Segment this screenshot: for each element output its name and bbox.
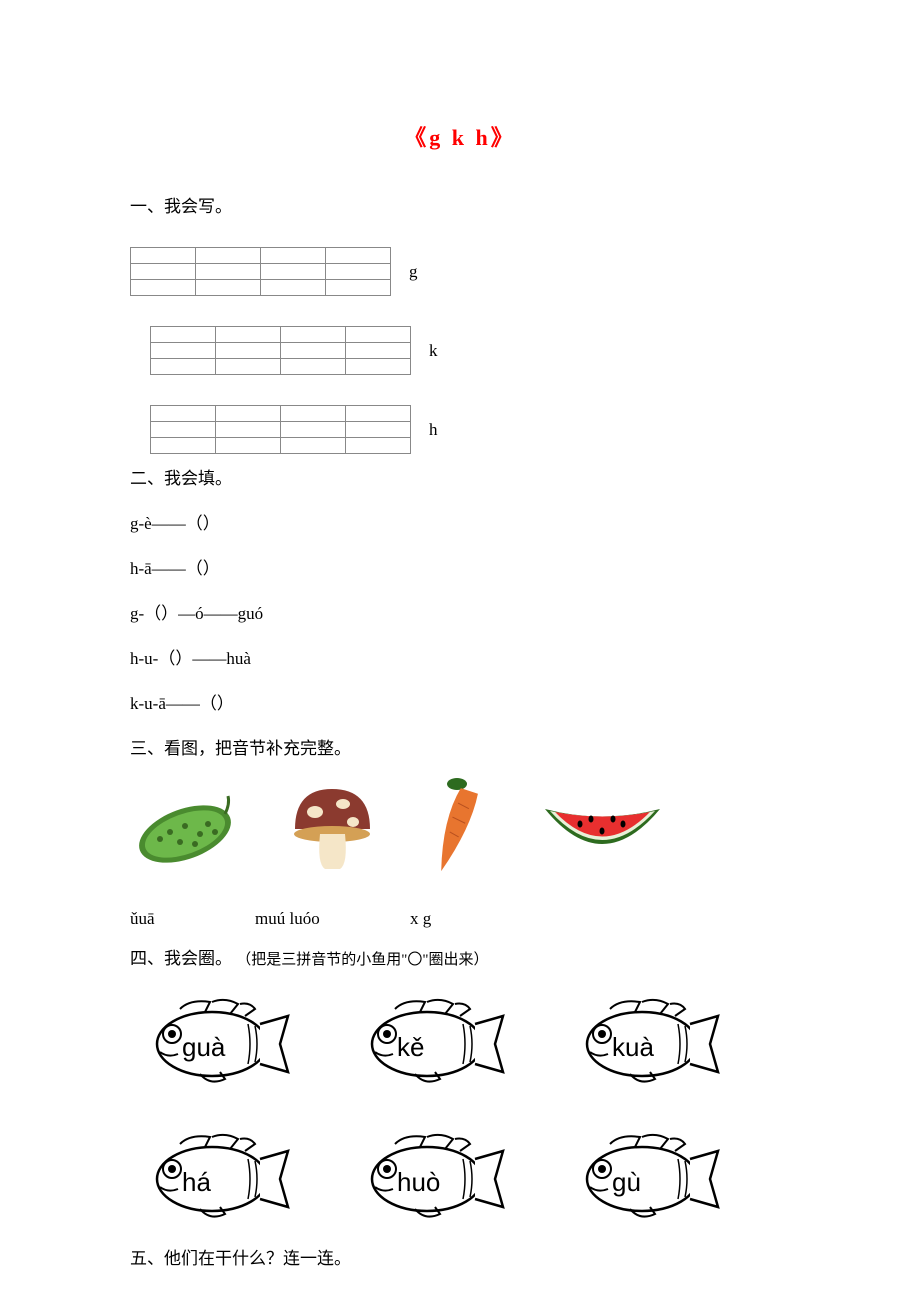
fish-label: gù: [612, 1167, 641, 1198]
section-4: 四、我会圈。 （把是三拼音节的小鱼用"〇"圈出来） guà: [130, 944, 790, 1224]
section-1-heading: 一、我会写。: [130, 192, 790, 217]
writing-grid-table[interactable]: [150, 326, 411, 375]
fill-line-2[interactable]: h-ā——（）: [130, 554, 790, 579]
grid-label-g: g: [409, 262, 418, 282]
fish-grid: guà kě: [130, 994, 790, 1224]
section-3: 三、看图，把音节补充完整。: [130, 734, 790, 929]
fish-label: huò: [397, 1167, 440, 1198]
q3-answer-3: x g: [410, 909, 431, 929]
section-4-subheading: （把是三拼音节的小鱼用"〇"圈出来）: [236, 952, 488, 968]
section-1: 一、我会写。 g k h: [130, 192, 790, 454]
writing-grid-k: k: [150, 326, 790, 375]
q3-answer-2: muú luóo: [255, 909, 410, 929]
carrot-icon: [420, 774, 495, 884]
q3-image-row: [130, 774, 790, 884]
section-2-heading: 二、我会填。: [130, 464, 790, 489]
fish-label: kě: [397, 1032, 424, 1063]
fish-item[interactable]: kuà: [560, 994, 720, 1089]
section-5-heading: 五、他们在干什么？连一连。: [130, 1244, 790, 1269]
section-4-heading: 四、我会圈。 （把是三拼音节的小鱼用"〇"圈出来）: [130, 944, 790, 969]
writing-grid-table[interactable]: [130, 247, 391, 296]
fish-item[interactable]: há: [130, 1129, 290, 1224]
section-3-heading: 三、看图，把音节补充完整。: [130, 734, 790, 759]
fish-icon: [345, 994, 505, 1089]
fish-item[interactable]: kě: [345, 994, 505, 1089]
mushroom-icon: [285, 784, 380, 874]
fish-label: há: [182, 1167, 211, 1198]
fish-item[interactable]: huò: [345, 1129, 505, 1224]
fish-item[interactable]: guà: [130, 994, 290, 1089]
fill-line-3[interactable]: g-（）—ó——guó: [130, 599, 790, 624]
grid-label-k: k: [429, 341, 438, 361]
fish-item[interactable]: gù: [560, 1129, 720, 1224]
writing-grid-g: g: [130, 247, 790, 296]
section-5: 五、他们在干什么？连一连。: [130, 1244, 790, 1269]
fill-line-1[interactable]: g-è——（）: [130, 509, 790, 534]
page-title: 《g k h》: [130, 120, 790, 152]
fish-label: kuà: [612, 1032, 654, 1063]
grid-label-h: h: [429, 420, 438, 440]
writing-grid-h: h: [150, 405, 790, 454]
watermelon-icon: [535, 789, 670, 869]
section-2: 二、我会填。 g-è——（） h-ā——（） g-（）—ó——guó h-u-（…: [130, 464, 790, 714]
q3-answer-1: ǔuā: [130, 909, 255, 929]
bitter-gourd-icon: [130, 784, 245, 874]
fill-line-5[interactable]: k-u-ā——（）: [130, 689, 790, 714]
fill-line-4[interactable]: h-u-（）——huà: [130, 644, 790, 669]
writing-grid-table[interactable]: [150, 405, 411, 454]
q3-answers[interactable]: ǔuā muú luóo x g: [130, 909, 790, 929]
fish-label: guà: [182, 1032, 225, 1063]
section-4-heading-main: 四、我会圈。: [130, 949, 232, 968]
